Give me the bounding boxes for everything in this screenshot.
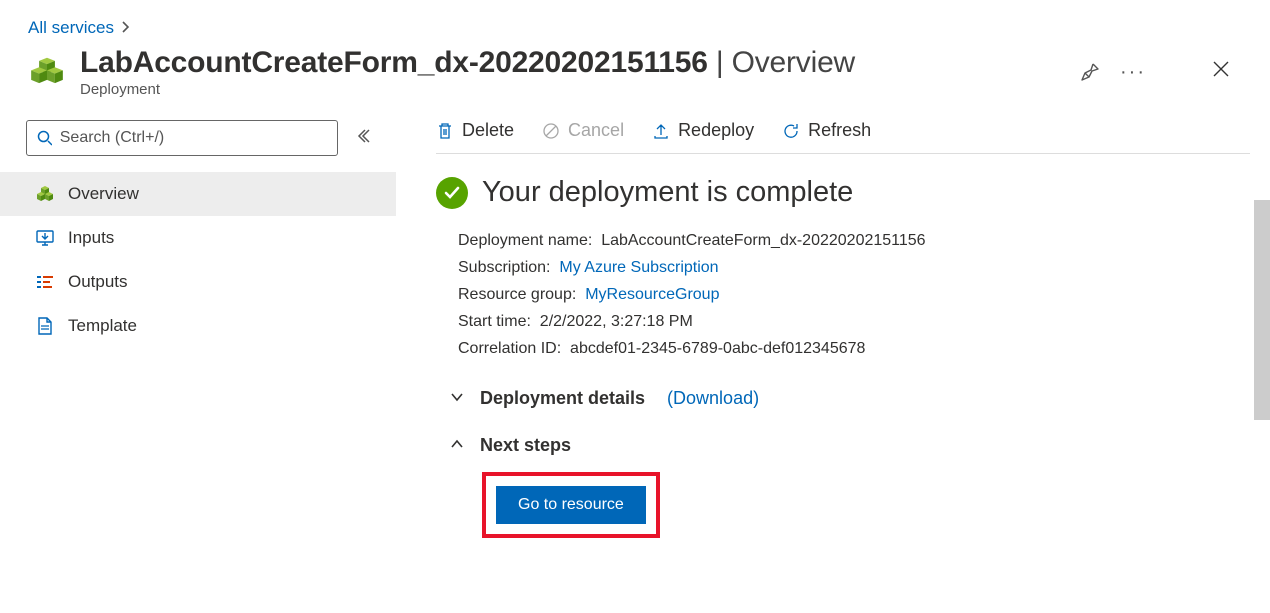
scrollbar[interactable] bbox=[1254, 200, 1270, 420]
page-subtitle: Deployment bbox=[80, 81, 1066, 98]
deployment-details-toggle[interactable]: Deployment details (Download) bbox=[450, 388, 1250, 409]
section-label: Next steps bbox=[480, 435, 571, 456]
cubes-icon bbox=[36, 185, 54, 203]
breadcrumb-all-services[interactable]: All services bbox=[28, 18, 114, 38]
collapse-sidebar-icon[interactable] bbox=[356, 129, 370, 148]
section-label: Deployment details bbox=[480, 388, 645, 409]
pin-icon[interactable] bbox=[1080, 62, 1100, 82]
breadcrumb: All services bbox=[0, 0, 1270, 46]
download-link[interactable]: (Download) bbox=[667, 388, 759, 409]
list-bars-icon bbox=[36, 273, 54, 291]
search-icon bbox=[37, 130, 52, 146]
refresh-icon bbox=[782, 122, 800, 140]
refresh-button[interactable]: Refresh bbox=[782, 120, 871, 141]
go-to-resource-button[interactable]: Go to resource bbox=[496, 486, 646, 524]
sidebar-item-template[interactable]: Template bbox=[0, 304, 396, 348]
success-check-icon bbox=[436, 177, 468, 209]
title-suffix: | Overview bbox=[708, 46, 855, 79]
document-icon bbox=[36, 317, 54, 335]
toolbar: Delete Cancel Redeploy Refresh bbox=[436, 120, 1250, 154]
cancel-button: Cancel bbox=[542, 120, 624, 141]
page-title: LabAccountCreateForm_dx-20220202151156 |… bbox=[80, 46, 1066, 80]
status-title: Your deployment is complete bbox=[482, 176, 853, 209]
redeploy-button[interactable]: Redeploy bbox=[652, 120, 754, 141]
close-icon[interactable] bbox=[1206, 54, 1236, 90]
sidebar-item-inputs[interactable]: Inputs bbox=[0, 216, 396, 260]
deployment-name-value: LabAccountCreateForm_dx-20220202151156 bbox=[601, 232, 925, 249]
sidebar-item-label: Inputs bbox=[68, 228, 114, 248]
sidebar-item-overview[interactable]: Overview bbox=[0, 172, 396, 216]
sidebar-item-label: Outputs bbox=[68, 272, 128, 292]
deployment-details: Deployment name: LabAccountCreateForm_dx… bbox=[436, 227, 1250, 362]
title-name: LabAccountCreateForm_dx-20220202151156 bbox=[80, 46, 708, 79]
chevron-right-icon bbox=[122, 20, 130, 36]
resource-group-label: Resource group: bbox=[458, 281, 576, 308]
deployment-name-label: Deployment name: bbox=[458, 227, 592, 254]
subscription-label: Subscription: bbox=[458, 254, 551, 281]
correlation-id-value: abcdef01-2345-6789-0abc-def012345678 bbox=[570, 340, 865, 357]
subscription-link[interactable]: My Azure Subscription bbox=[559, 259, 718, 276]
deployment-resource-icon bbox=[28, 53, 66, 91]
monitor-down-icon bbox=[36, 229, 54, 247]
search-input-wrap[interactable] bbox=[26, 120, 338, 156]
main-content: Delete Cancel Redeploy Refresh Your depl… bbox=[396, 120, 1270, 538]
start-time-label: Start time: bbox=[458, 308, 531, 335]
start-time-value: 2/2/2022, 3:27:18 PM bbox=[540, 313, 693, 330]
cancel-icon bbox=[542, 122, 560, 140]
chevron-down-icon bbox=[450, 388, 466, 409]
page-header: LabAccountCreateForm_dx-20220202151156 |… bbox=[0, 46, 1270, 102]
next-steps-toggle[interactable]: Next steps bbox=[450, 435, 1250, 456]
sidebar-item-label: Overview bbox=[68, 184, 139, 204]
sidebar: Overview Inputs Outputs Template bbox=[0, 120, 396, 538]
more-icon[interactable]: ··· bbox=[1120, 61, 1146, 84]
delete-button[interactable]: Delete bbox=[436, 120, 514, 141]
redeploy-icon bbox=[652, 122, 670, 140]
sidebar-item-outputs[interactable]: Outputs bbox=[0, 260, 396, 304]
resource-group-link[interactable]: MyResourceGroup bbox=[585, 286, 719, 303]
correlation-id-label: Correlation ID: bbox=[458, 335, 561, 362]
chevron-up-icon bbox=[450, 435, 466, 456]
trash-icon bbox=[436, 122, 454, 140]
go-to-resource-highlight: Go to resource bbox=[482, 472, 660, 538]
search-input[interactable] bbox=[60, 129, 327, 147]
sidebar-item-label: Template bbox=[68, 316, 137, 336]
